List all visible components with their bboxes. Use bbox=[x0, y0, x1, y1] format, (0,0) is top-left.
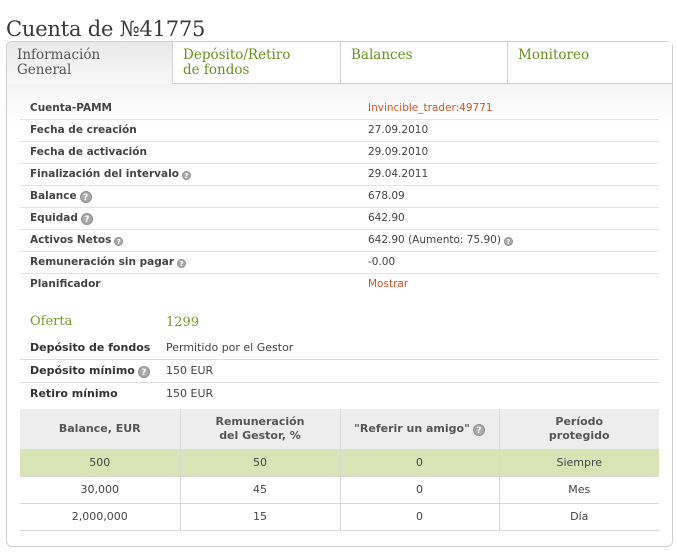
col-refer-label: "Referir un amigo" bbox=[354, 422, 470, 435]
unpaid-value: -0.00 bbox=[358, 251, 659, 274]
levels-header-row: Balance, EUR Remuneración del Gestor, % "… bbox=[20, 409, 659, 449]
cell-balance: 500 bbox=[20, 449, 181, 477]
net-assets-label: Activos Netos bbox=[30, 234, 112, 246]
info-row: Fecha de activación 29.09.2010 bbox=[20, 141, 659, 164]
account-panel: Información General Depósito/Retiro de f… bbox=[6, 41, 673, 547]
tab-label: Información bbox=[17, 47, 101, 63]
net-assets-label-cell: Activos Netos? bbox=[20, 229, 358, 252]
interval-value: 29.04.2011 bbox=[358, 163, 659, 186]
pamm-link[interactable]: Invincible_trader:49771 bbox=[358, 97, 659, 120]
col-remuneration-line1: Remuneración bbox=[215, 415, 305, 428]
question-mark-icon[interactable]: ? bbox=[80, 212, 93, 225]
terms-row: Depósito de fondos Permitido por el Gest… bbox=[20, 336, 659, 360]
min-deposit-value: 150 EUR bbox=[156, 359, 659, 383]
equity-label-cell: Equidad? bbox=[20, 207, 358, 230]
min-deposit-label: Depósito mínimo bbox=[30, 363, 135, 377]
activated-value: 29.09.2010 bbox=[358, 141, 659, 164]
deposit-label: Depósito de fondos bbox=[20, 336, 156, 360]
min-deposit-label-cell: Depósito mínimo? bbox=[20, 359, 156, 383]
balance-value: 678.09 bbox=[358, 185, 659, 208]
cell-balance: 2,000,000 bbox=[20, 503, 181, 531]
tab-monitoring[interactable]: Monitoreo bbox=[508, 42, 672, 83]
question-mark-icon[interactable]: ? bbox=[114, 237, 124, 246]
tab-deposit-withdraw[interactable]: Depósito/Retiro de fondos bbox=[173, 42, 341, 83]
question-mark-icon[interactable]: ? bbox=[181, 171, 191, 180]
col-refer-friend: "Referir un amigo"? bbox=[340, 409, 500, 449]
interval-label-cell: Finalización del intervalo? bbox=[20, 163, 358, 186]
info-row: Remuneración sin pagar? -0.00 bbox=[20, 251, 659, 274]
info-row: Equidad? 642.90 bbox=[20, 207, 659, 230]
min-withdraw-label: Retiro mínimo bbox=[30, 387, 118, 401]
tab-general-info[interactable]: Información General bbox=[7, 42, 173, 85]
created-value: 27.09.2010 bbox=[358, 119, 659, 142]
tab-label: Monitoreo bbox=[518, 47, 590, 63]
question-mark-icon[interactable]: ? bbox=[503, 237, 513, 246]
info-row: Planificador Mostrar bbox=[20, 273, 659, 295]
tab-bar: Información General Depósito/Retiro de f… bbox=[7, 42, 672, 85]
account-info-table: Cuenta-PAMM Invincible_trader:49771 Fech… bbox=[20, 97, 659, 295]
net-assets-value: 642.90 (Aumento: 75.90) bbox=[368, 234, 501, 246]
question-mark-icon[interactable]: ? bbox=[472, 424, 485, 436]
offer-heading: Oferta bbox=[30, 314, 73, 329]
scheduler-show-link[interactable]: Mostrar bbox=[358, 273, 659, 295]
question-mark-icon[interactable]: ? bbox=[177, 259, 187, 268]
pamm-label: Cuenta-PAMM bbox=[20, 97, 358, 120]
info-row: Cuenta-PAMM Invincible_trader:49771 bbox=[20, 97, 659, 120]
interval-label: Finalización del intervalo bbox=[30, 168, 179, 180]
terms-row: Retiro mínimo 150 EUR bbox=[20, 382, 659, 405]
cell-refer: 0 bbox=[340, 503, 500, 531]
scheduler-label: Planificador bbox=[30, 278, 101, 291]
activated-label: Fecha de activación bbox=[20, 141, 358, 164]
cell-period: Día bbox=[499, 503, 659, 531]
cell-period: Mes bbox=[499, 476, 659, 504]
page-title: Cuenta de №41775 bbox=[6, 17, 206, 42]
min-withdraw-value: 150 EUR bbox=[166, 387, 214, 401]
cell-balance: 30,000 bbox=[20, 476, 181, 504]
info-row: Balance? 678.09 bbox=[20, 185, 659, 208]
terms-row: Depósito mínimo? 150 EUR bbox=[20, 359, 659, 383]
cell-remuneration: 15 bbox=[180, 503, 341, 531]
table-row: 30,000 45 0 Mes bbox=[20, 476, 659, 504]
offer-terms-table: Depósito de fondos Permitido por el Gest… bbox=[20, 336, 659, 405]
cell-remuneration: 50 bbox=[180, 449, 341, 477]
balance-label: Balance bbox=[30, 189, 77, 202]
table-row: 500 50 0 Siempre bbox=[20, 449, 659, 477]
offer-number: 1299 bbox=[166, 315, 200, 330]
col-period-line1: Período bbox=[555, 415, 604, 428]
deposit-value: Permitido por el Gestor bbox=[156, 336, 659, 360]
question-mark-icon[interactable]: ? bbox=[137, 365, 150, 378]
tab-label: Depósito/Retiro bbox=[183, 47, 291, 63]
tab-balances[interactable]: Balances bbox=[341, 42, 508, 83]
info-row: Finalización del intervalo? 29.04.2011 bbox=[20, 163, 659, 186]
unpaid-label-cell: Remuneración sin pagar? bbox=[20, 251, 358, 274]
cell-refer: 0 bbox=[340, 476, 500, 504]
table-row: 2,000,000 15 0 Día bbox=[20, 503, 659, 531]
created-label: Fecha de creación bbox=[20, 119, 358, 142]
col-balance: Balance, EUR bbox=[20, 409, 181, 449]
cell-refer: 0 bbox=[340, 449, 500, 477]
col-remuneration: Remuneración del Gestor, % bbox=[180, 409, 341, 449]
col-remuneration-line2: del Gestor, % bbox=[219, 429, 301, 442]
tab-label: Balances bbox=[351, 47, 413, 63]
unpaid-label: Remuneración sin pagar bbox=[30, 256, 175, 268]
question-mark-icon[interactable]: ? bbox=[79, 190, 92, 203]
cell-period: Siempre bbox=[499, 449, 659, 477]
info-row: Activos Netos? 642.90 (Aumento: 75.90)? bbox=[20, 229, 659, 252]
balance-label-cell: Balance? bbox=[20, 185, 358, 208]
net-assets-value-cell: 642.90 (Aumento: 75.90)? bbox=[358, 229, 659, 252]
remuneration-levels-table: Balance, EUR Remuneración del Gestor, % "… bbox=[20, 409, 659, 531]
tab-label: de fondos bbox=[183, 62, 250, 78]
cell-remuneration: 45 bbox=[180, 476, 341, 504]
equity-value: 642.90 bbox=[358, 207, 659, 230]
equity-label: Equidad bbox=[30, 211, 78, 224]
info-row: Fecha de creación 27.09.2010 bbox=[20, 119, 659, 142]
tab-label: General bbox=[17, 62, 72, 78]
col-period-line2: protegido bbox=[548, 429, 610, 442]
col-protected-period: Período protegido bbox=[499, 409, 659, 449]
